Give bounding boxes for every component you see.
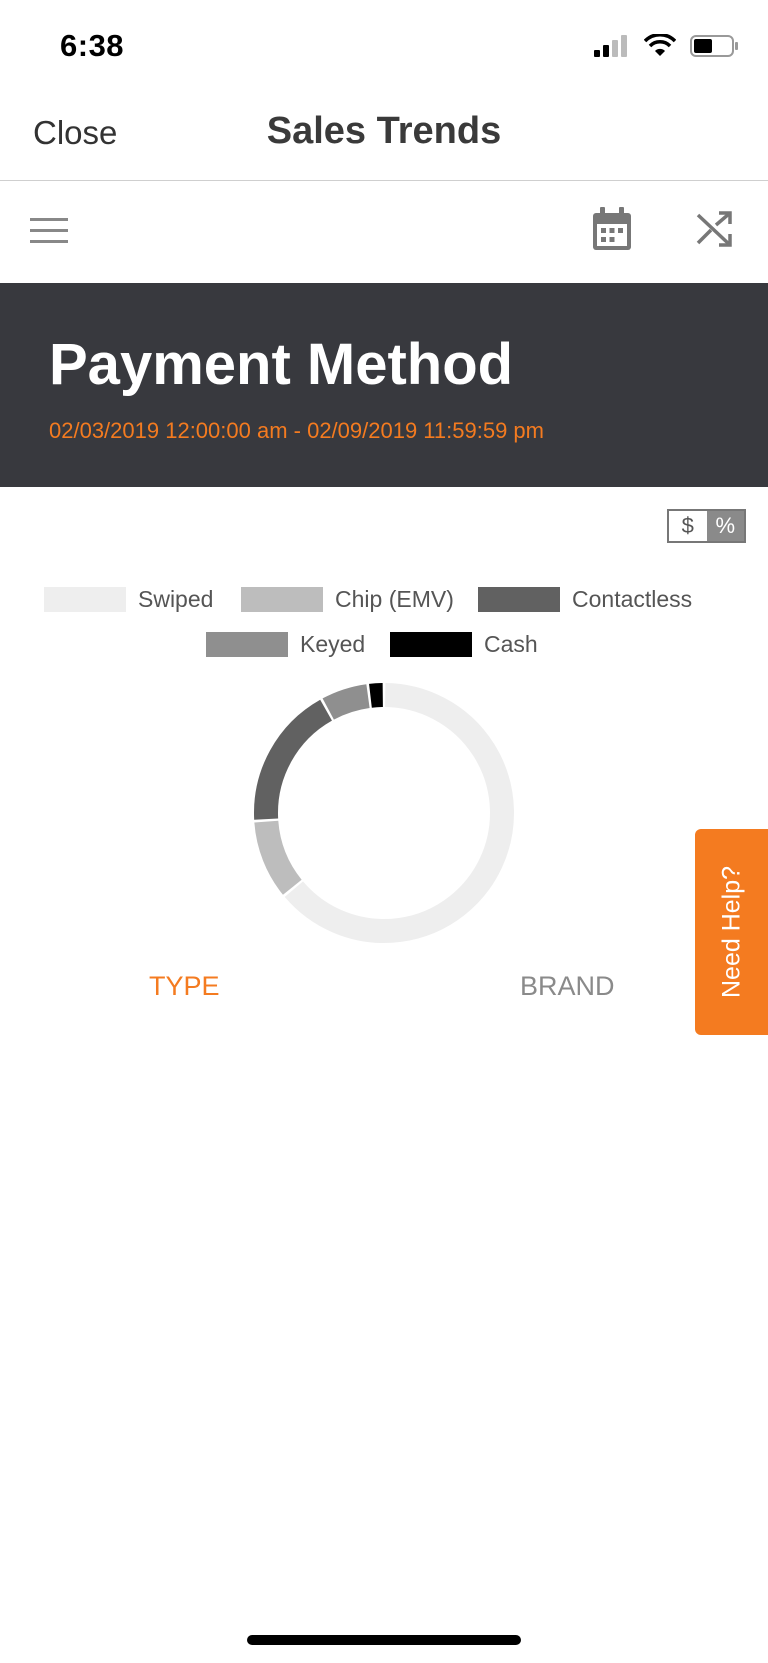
legend-item-cash[interactable]: Cash bbox=[390, 631, 538, 658]
unit-toggle: $ % bbox=[667, 509, 746, 543]
battery-icon bbox=[690, 35, 738, 57]
tab-type[interactable]: TYPE bbox=[149, 971, 220, 1002]
legend-label: Contactless bbox=[572, 586, 693, 612]
need-help-label: Need Help? bbox=[717, 865, 745, 999]
need-help-button[interactable]: Need Help? bbox=[695, 829, 768, 1035]
report-banner: Payment Method 02/03/2019 12:00:00 am - … bbox=[0, 283, 768, 487]
donut-slice-chip-emv[interactable] bbox=[254, 820, 302, 895]
legend-item-contactless[interactable]: Contactless bbox=[478, 586, 692, 613]
legend-label: Chip (EMV) bbox=[335, 586, 454, 612]
page-title: Sales Trends bbox=[266, 110, 502, 152]
navbar: Close Sales Trends bbox=[0, 90, 768, 181]
donut-slice-cash[interactable] bbox=[369, 683, 384, 708]
shuffle-icon[interactable] bbox=[696, 211, 732, 247]
legend-label: Swiped bbox=[138, 586, 214, 612]
legend-swatch bbox=[206, 632, 288, 657]
status-icons bbox=[594, 34, 740, 58]
donut-slice-swiped[interactable] bbox=[284, 683, 514, 943]
legend-swatch bbox=[390, 632, 472, 657]
cellular-signal-icon bbox=[594, 35, 627, 57]
home-indicator bbox=[247, 1635, 521, 1645]
toolbar bbox=[0, 181, 768, 282]
tab-brand[interactable]: BRAND bbox=[520, 971, 615, 1002]
legend-item-keyed[interactable]: Keyed bbox=[206, 631, 365, 658]
legend-item-chip[interactable]: Chip (EMV) bbox=[241, 586, 454, 613]
legend-item-swiped[interactable]: Swiped bbox=[44, 586, 213, 613]
calendar-icon[interactable] bbox=[592, 207, 632, 251]
report-title: Payment Method bbox=[49, 332, 514, 397]
donut-slice-contactless[interactable] bbox=[254, 699, 333, 820]
dollar-toggle-button[interactable]: $ bbox=[669, 511, 707, 541]
legend-swatch bbox=[44, 587, 126, 612]
percent-toggle-button[interactable]: % bbox=[706, 511, 744, 541]
legend-swatch bbox=[478, 587, 560, 612]
wifi-icon bbox=[644, 34, 676, 56]
donut-slice-keyed[interactable] bbox=[322, 684, 370, 720]
legend-label: Cash bbox=[484, 631, 538, 657]
status-bar: 6:38 bbox=[0, 0, 768, 90]
legend-label: Keyed bbox=[300, 631, 366, 657]
legend-swatch bbox=[241, 587, 323, 612]
menu-icon[interactable] bbox=[30, 217, 68, 245]
status-time: 6:38 bbox=[60, 28, 125, 63]
payment-method-donut-chart bbox=[254, 683, 514, 943]
date-range[interactable]: 02/03/2019 12:00:00 am - 02/09/2019 11:5… bbox=[49, 418, 544, 444]
